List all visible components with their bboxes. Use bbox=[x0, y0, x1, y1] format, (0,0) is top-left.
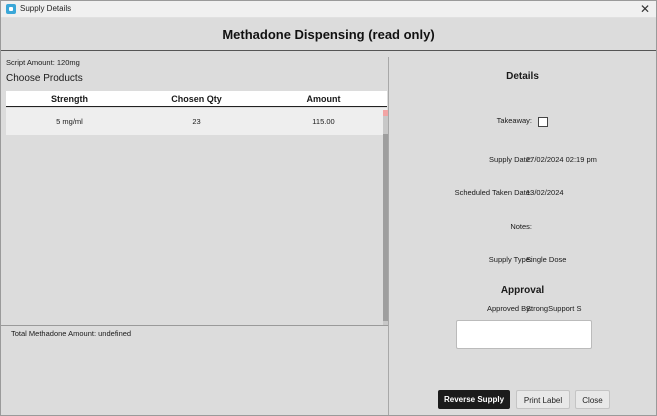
app-icon bbox=[6, 4, 16, 14]
page-title: Methadone Dispensing (read only) bbox=[222, 27, 435, 42]
print-label-button[interactable]: Print Label bbox=[516, 390, 570, 409]
cell-chosen-qty: 23 bbox=[192, 117, 201, 126]
scheduled-taken-date-value: 13/02/2024 bbox=[526, 188, 564, 197]
approved-by-value: StrongSupport S bbox=[526, 304, 582, 313]
products-table-header: Strength Chosen Qty Amount bbox=[6, 91, 387, 107]
cell-strength: 5 mg/ml bbox=[56, 117, 83, 126]
signature-box[interactable] bbox=[456, 320, 592, 349]
details-panel: Details Takeaway: Supply Date: 27/02/202… bbox=[389, 52, 656, 416]
script-amount: Script Amount: 120mg bbox=[6, 58, 80, 67]
choose-products-heading: Choose Products bbox=[6, 73, 83, 84]
products-table-body: 5 mg/ml 23 115.00 bbox=[6, 108, 387, 325]
products-panel: Script Amount: 120mg Choose Products Str… bbox=[1, 52, 388, 416]
table-row[interactable]: 5 mg/ml 23 115.00 bbox=[6, 108, 387, 135]
column-header-strength[interactable]: Strength bbox=[6, 91, 133, 106]
notes-label: Notes: bbox=[510, 222, 532, 231]
approval-heading: Approval bbox=[500, 285, 545, 296]
close-icon[interactable]: ✕ bbox=[638, 2, 652, 16]
column-header-chosen-qty[interactable]: Chosen Qty bbox=[133, 91, 260, 106]
window-title: Supply Details bbox=[20, 4, 72, 13]
takeaway-label: Takeaway: bbox=[496, 116, 532, 125]
takeaway-checkbox[interactable] bbox=[538, 117, 548, 127]
details-heading: Details bbox=[506, 71, 539, 82]
column-header-amount[interactable]: Amount bbox=[260, 91, 387, 106]
title-bar: Supply Details ✕ bbox=[1, 1, 656, 18]
total-divider bbox=[1, 325, 388, 326]
page-header: Methadone Dispensing (read only) bbox=[1, 18, 656, 51]
scheduled-taken-date-label: Scheduled Taken Date: bbox=[454, 188, 532, 197]
total-methadone-amount: Total Methadone Amount: undefined bbox=[11, 329, 132, 338]
supply-date-value: 27/02/2024 02:19 pm bbox=[526, 155, 597, 164]
supply-type-value: Single Dose bbox=[526, 255, 567, 264]
supply-details-window: Supply Details ✕ Methadone Dispensing (r… bbox=[0, 0, 657, 416]
close-button[interactable]: Close bbox=[575, 390, 610, 409]
cell-amount: 115.00 bbox=[312, 117, 335, 126]
reverse-supply-button[interactable]: Reverse Supply bbox=[438, 390, 510, 409]
